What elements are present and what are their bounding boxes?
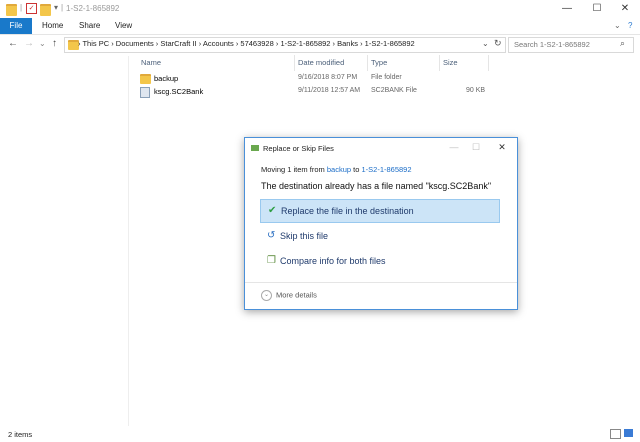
folder-icon (140, 74, 151, 84)
compare-icon: ❐ (267, 255, 276, 266)
dialog-title: Replace or Skip Files (263, 144, 334, 153)
window-title: 1-S2-1-865892 (66, 4, 120, 13)
close-button[interactable]: ✕ (610, 0, 640, 18)
tab-share[interactable]: Share (79, 18, 100, 34)
column-header-name[interactable]: Name (141, 58, 161, 67)
replace-or-skip-dialog: Replace or Skip Files — ☐ ✕ Moving 1 ite… (244, 137, 518, 310)
destination-folder-link[interactable]: 1-S2-1-865892 (361, 165, 411, 174)
option-label: Skip this file (280, 231, 329, 241)
column-divider[interactable] (488, 55, 489, 71)
file-type: File folder (371, 74, 402, 81)
skip-icon: ↺ (267, 230, 276, 241)
divider (245, 282, 517, 283)
ribbon-expand-icon[interactable]: ⌄ (614, 18, 621, 34)
new-folder-icon[interactable] (40, 4, 51, 16)
large-icons-view-icon[interactable] (624, 429, 633, 437)
quick-access-dropdown-icon[interactable]: ▾ (54, 3, 58, 13)
dialog-close-button[interactable]: ✕ (491, 140, 513, 154)
compare-info-option[interactable]: ❐ Compare info for both files (260, 250, 498, 272)
column-divider[interactable] (367, 55, 368, 71)
option-label: Replace the file in the destination (281, 206, 414, 216)
file-row-backup[interactable]: backup 9/16/2018 8:07 PM File folder (140, 73, 500, 86)
up-button[interactable]: ↑ (52, 38, 57, 49)
divider: | (61, 3, 64, 12)
dialog-maximize-button[interactable]: ☐ (465, 140, 487, 154)
recent-locations-icon[interactable]: ⌄ (39, 39, 46, 48)
file-icon (140, 87, 150, 98)
column-header-size[interactable]: Size (443, 58, 458, 67)
moving-to: to (351, 165, 362, 174)
tab-home[interactable]: Home (42, 18, 63, 34)
properties-icon[interactable]: ✓ (26, 3, 37, 14)
file-name: backup (154, 74, 179, 83)
minimize-button[interactable]: — (552, 0, 582, 18)
replace-file-option[interactable]: ✔ Replace the file in the destination (260, 199, 500, 223)
file-type: SC2BANK File (371, 87, 417, 94)
file-row-kscg[interactable]: kscg.SC2Bank 9/11/2018 12:57 AM SC2BANK … (140, 86, 500, 99)
option-label: Compare info for both files (280, 256, 386, 266)
file-date: 9/16/2018 8:07 PM (298, 74, 358, 81)
dialog-minimize-button[interactable]: — (443, 140, 465, 154)
checkmark-icon: ✔ (268, 205, 277, 216)
folder-icon (6, 4, 17, 16)
more-details-label: More details (276, 290, 317, 300)
file-name: kscg.SC2Bank (154, 87, 204, 96)
column-header-date[interactable]: Date modified (298, 58, 344, 67)
moving-status: Moving 1 item from backup to 1-S2-1-8658… (261, 165, 412, 174)
forward-button[interactable]: → (24, 38, 34, 49)
search-placeholder: Search 1-S2-1-865892 (514, 40, 590, 49)
conflict-message: The destination already has a file named… (261, 181, 492, 191)
search-icon[interactable]: ⌕ (620, 38, 625, 49)
maximize-button[interactable]: ☐ (582, 0, 612, 18)
move-icon (251, 145, 259, 151)
tab-view[interactable]: View (115, 18, 132, 34)
column-header-type[interactable]: Type (371, 58, 387, 67)
divider: | (20, 3, 23, 12)
column-divider[interactable] (294, 55, 295, 71)
help-icon[interactable]: ? (628, 18, 632, 34)
file-date: 9/11/2018 12:57 AM (298, 87, 361, 94)
more-details-button[interactable]: ⌄ More details (261, 290, 317, 301)
status-item-count: 2 items (8, 430, 33, 439)
address-dropdown-icon[interactable]: ⌄ (482, 39, 489, 48)
column-divider[interactable] (439, 55, 440, 71)
navigation-pane[interactable] (0, 56, 129, 426)
source-folder-link[interactable]: backup (327, 165, 351, 174)
refresh-button[interactable]: ↻ (494, 38, 502, 49)
back-button[interactable]: ← (8, 38, 18, 49)
details-view-icon[interactable] (610, 429, 621, 439)
skip-file-option[interactable]: ↺ Skip this file (260, 225, 498, 247)
breadcrumb[interactable]: › This PC › Documents › StarCraft II › A… (78, 39, 415, 48)
tab-file[interactable]: File (0, 18, 32, 34)
file-size: 90 KB (466, 87, 486, 94)
chevron-down-icon: ⌄ (261, 290, 272, 301)
moving-prefix: Moving 1 item from (261, 165, 327, 174)
